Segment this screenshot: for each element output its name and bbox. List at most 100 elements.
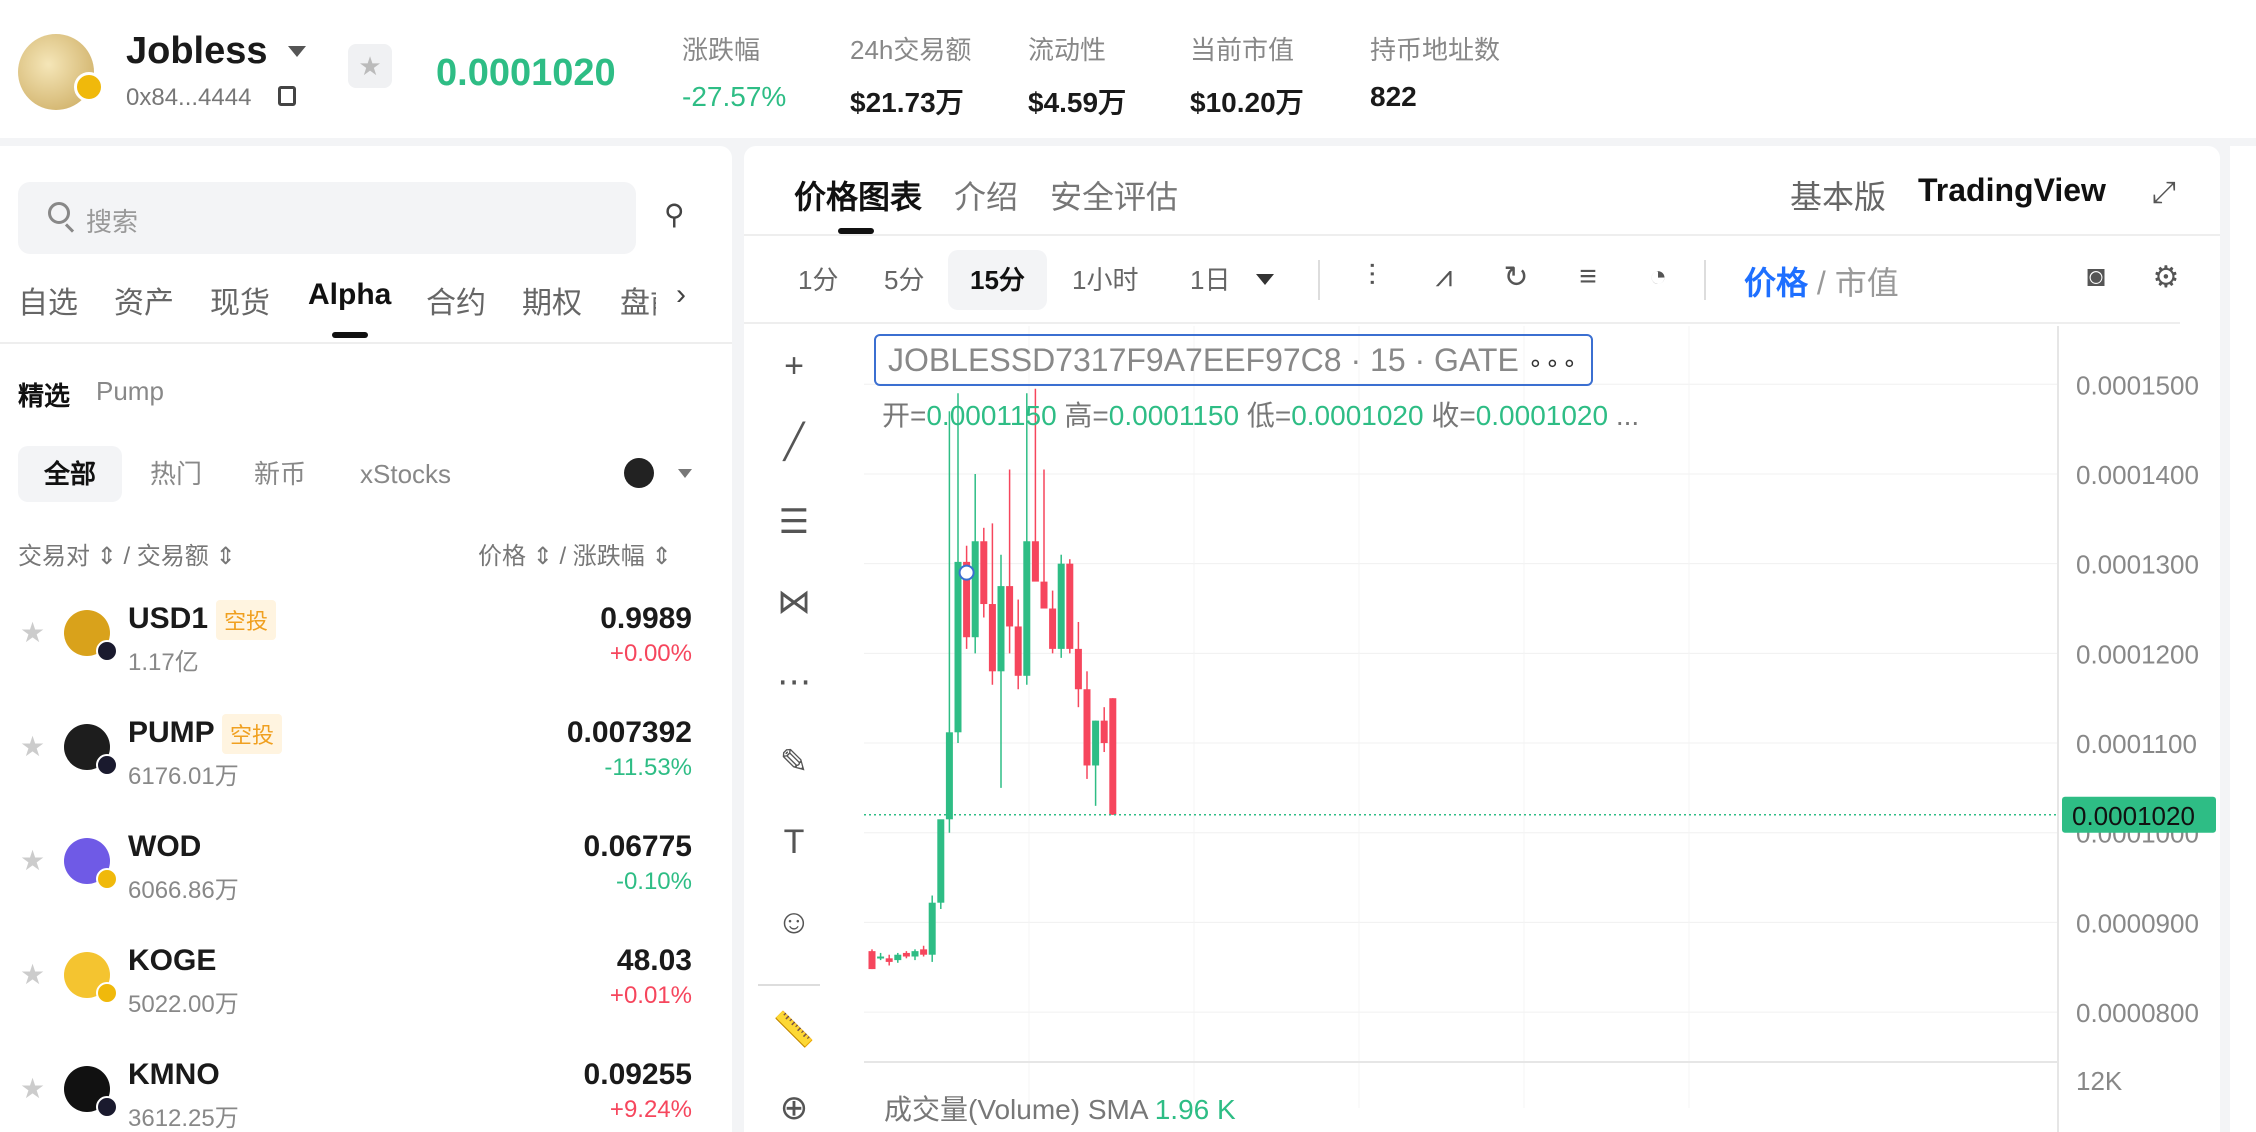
tab-futures[interactable]: 合约 xyxy=(426,278,486,322)
y-tick-label: 0.0000900 xyxy=(2076,908,2199,938)
tab-security[interactable]: 安全评估 xyxy=(1050,172,1178,218)
chevron-down-icon[interactable] xyxy=(1256,274,1274,285)
pie-chart-icon[interactable]: ◔ xyxy=(1638,260,1678,294)
sort-pair-header[interactable]: 交易对 ⇕ / 交易额 ⇕ xyxy=(18,536,236,571)
y-tick-label: 0.0001200 xyxy=(2076,639,2199,669)
timeframe-15m[interactable]: 15分 xyxy=(948,250,1047,310)
candle-body xyxy=(911,951,919,957)
tab-options[interactable]: 期权 xyxy=(522,278,582,322)
candle-body xyxy=(894,954,902,961)
tab-intro[interactable]: 介绍 xyxy=(954,172,1018,218)
subtab-pump[interactable]: Pump xyxy=(96,376,164,407)
search-placeholder: 搜索 xyxy=(86,207,139,237)
stat-value: 822 xyxy=(1370,81,1417,112)
candle-body xyxy=(1006,586,1014,627)
chevron-down-icon[interactable] xyxy=(288,46,306,57)
candle-body xyxy=(1023,541,1031,676)
more-options-icon[interactable]: ∘∘∘ xyxy=(1528,350,1579,377)
horizontal-lines-icon[interactable]: ☰ xyxy=(772,500,816,544)
candlestick-chart[interactable]: 0.0001500 0.0001400 0.0001300 0.0001200 0.00… xyxy=(864,326,2220,1132)
candle-body xyxy=(1049,608,1057,649)
emoji-icon[interactable]: ☺ xyxy=(772,900,816,944)
timeframe-1m[interactable]: 1分 xyxy=(776,250,860,310)
col-change-label: / 涨跌幅 xyxy=(559,543,645,570)
y-tick-label: 0.0001100 xyxy=(2076,729,2197,759)
candlestick-type-icon[interactable]: ⫶ xyxy=(1352,260,1392,294)
zoom-in-icon[interactable]: ⊕ xyxy=(772,1086,816,1130)
tab-premarket[interactable]: 盘前 xyxy=(620,278,656,322)
star-icon[interactable]: ★ xyxy=(20,1072,45,1105)
chevron-down-icon[interactable] xyxy=(678,469,692,478)
tab-price-chart[interactable]: 价格图表 xyxy=(794,172,922,218)
tab-assets[interactable]: 资产 xyxy=(114,278,174,322)
list-item[interactable]: ★ WOD 6066.86万 0.06775 -0.10% xyxy=(0,808,732,922)
high-label: 高= xyxy=(1064,400,1109,431)
chain-filter-icon[interactable] xyxy=(624,458,654,488)
symbol-legend-text: JOBLESSD7317F9A7EEF97C8 · 15 · GATE xyxy=(888,342,1519,378)
divider xyxy=(1704,260,1706,300)
subtab-featured[interactable]: 精选 xyxy=(18,376,70,413)
text-tool-icon[interactable]: T xyxy=(772,820,816,864)
candle-body xyxy=(902,952,910,957)
crosshair-icon[interactable]: + xyxy=(772,344,816,388)
divider xyxy=(0,342,732,344)
alerts-icon[interactable]: ≡ xyxy=(1568,260,1608,294)
chevron-right-icon[interactable]: › xyxy=(676,278,686,312)
token-change: +0.00% xyxy=(609,640,692,667)
view-tradingview-toggle[interactable]: TradingView xyxy=(1918,172,2106,209)
pattern-icon[interactable]: ⋈ xyxy=(772,580,816,624)
brush-icon[interactable]: ✎ xyxy=(772,740,816,784)
tab-watchlist[interactable]: 自选 xyxy=(18,278,78,322)
candle-body xyxy=(1014,626,1022,676)
filter-xstocks[interactable]: xStocks xyxy=(334,446,477,502)
timeframe-1h[interactable]: 1小时 xyxy=(1050,250,1160,310)
list-item[interactable]: ★ USD1 空投 1.17亿 0.9989 +0.00% xyxy=(0,580,732,694)
candle-body xyxy=(1109,698,1117,815)
trendline-icon[interactable]: ╱ xyxy=(772,420,816,464)
token-header: Jobless 0x84...4444 ★ 0.0001020 涨跌幅 -27.… xyxy=(0,0,2256,138)
mcap-mode[interactable]: 市值 xyxy=(1835,265,1899,301)
ruler-icon[interactable]: 📏 xyxy=(772,1008,816,1052)
star-icon[interactable]: ★ xyxy=(20,844,45,877)
price-mcap-toggle[interactable]: 价格 / 市值 xyxy=(1744,258,1899,304)
token-change: -0.10% xyxy=(615,868,692,895)
pm-separator: / xyxy=(1808,265,1835,301)
list-item[interactable]: ★ KOGE 5022.00万 48.03 +0.01% xyxy=(0,922,732,1036)
candle-body xyxy=(1100,720,1108,744)
filter-new[interactable]: 新币 xyxy=(228,446,332,502)
col-volume-label: / 交易额 xyxy=(123,543,209,570)
stat-label: 持币地址数 xyxy=(1370,35,1501,65)
copy-icon[interactable] xyxy=(278,86,296,106)
gear-icon[interactable]: ⚙ xyxy=(2146,260,2186,295)
chain-badge-icon xyxy=(96,640,118,662)
pin-icon[interactable]: ⚲ xyxy=(664,198,685,231)
camera-icon[interactable]: ◙ xyxy=(2076,260,2116,294)
favorite-star-button[interactable]: ★ xyxy=(348,44,392,88)
replay-icon[interactable]: ↻ xyxy=(1496,260,1536,295)
timeframe-5m[interactable]: 5分 xyxy=(862,250,946,310)
expand-icon[interactable]: ⤢ xyxy=(2152,176,2176,210)
price-mode[interactable]: 价格 xyxy=(1744,265,1808,301)
list-item[interactable]: ★ PUMP 空投 6176.01万 0.007392 -11.53% xyxy=(0,694,732,808)
open-value: 0.0001150 xyxy=(926,400,1057,431)
token-price: 48.03 xyxy=(616,944,692,977)
symbol-legend[interactable]: JOBLESSD7317F9A7EEF97C8 · 15 · GATE ∘∘∘ xyxy=(874,334,1593,386)
stat-label: 24h交易额 xyxy=(850,35,972,65)
stat-value: $4.59万 xyxy=(1028,87,1127,118)
tab-alpha[interactable]: Alpha xyxy=(308,278,391,312)
star-icon[interactable]: ★ xyxy=(20,616,45,649)
sort-price-header[interactable]: 价格 ⇕ / 涨跌幅 ⇕ xyxy=(478,536,672,571)
star-icon[interactable]: ★ xyxy=(20,730,45,763)
search-input[interactable]: 搜索 xyxy=(18,182,636,254)
list-item[interactable]: ★ KMNO 3612.25万 0.09255 +9.24% xyxy=(0,1036,732,1132)
token-name[interactable]: Jobless xyxy=(126,30,268,73)
fib-icon[interactable]: ⋯ xyxy=(772,660,816,704)
star-icon[interactable]: ★ xyxy=(20,958,45,991)
filter-all[interactable]: 全部 xyxy=(18,446,123,502)
tab-spot[interactable]: 现货 xyxy=(210,278,270,322)
view-basic-toggle[interactable]: 基本版 xyxy=(1790,172,1886,218)
timeframe-1d[interactable]: 1日 xyxy=(1168,250,1252,310)
indicators-icon[interactable]: ⩘ xyxy=(1424,260,1464,294)
token-symbol: PUMP xyxy=(128,716,215,749)
filter-hot[interactable]: 热门 xyxy=(124,446,228,502)
